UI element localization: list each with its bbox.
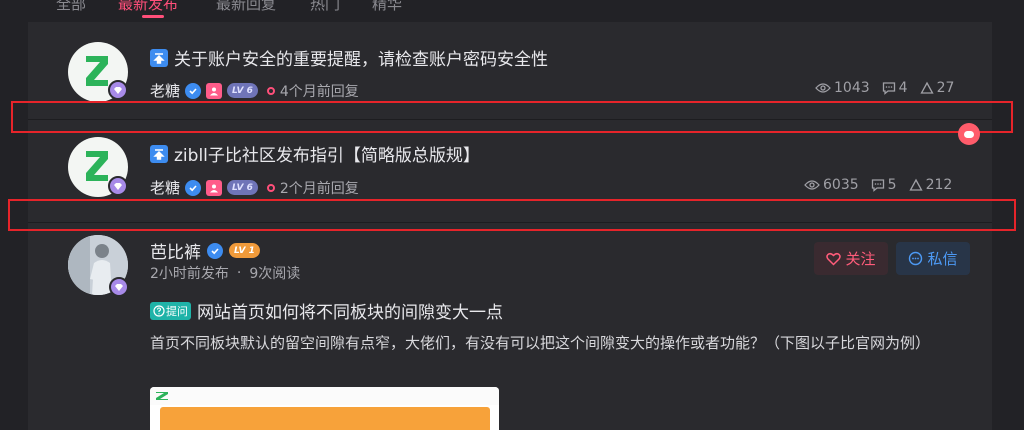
reply-dot-icon (266, 183, 275, 192)
view-count-value: 1043 (834, 80, 870, 96)
post-time: 2个月前回复 (279, 180, 359, 197)
verified-icon (185, 82, 202, 99)
question-tag: 提问 (150, 301, 191, 320)
tab-all[interactable]: 全部 (56, 0, 86, 14)
tab-latest[interactable]: 最新发布 (118, 0, 178, 14)
question-tag-label: 提问 (166, 304, 188, 318)
like-icon (919, 81, 934, 94)
author-row: 芭比裤 LV 1 (150, 238, 260, 263)
follow-label[interactable]: 关注 (845, 248, 875, 269)
post-meta: 老糖 LV 6 4个月前回复 (150, 80, 359, 101)
highlight-box (11, 101, 1013, 133)
comment-count: 5 (871, 177, 897, 193)
post-stats: 6035 5 212 (804, 177, 952, 193)
vip-diamond-icon (108, 80, 128, 100)
comment-count: 4 (882, 80, 908, 96)
post-title[interactable]: 关于账户安全的重要提醒，请检查账户密码安全性 (150, 45, 548, 70)
post-title-text[interactable]: 关于账户安全的重要提醒，请检查账户密码安全性 (174, 45, 548, 70)
like-count-value: 27 (936, 80, 955, 96)
admin-icon (206, 82, 223, 99)
admin-icon (206, 179, 223, 196)
message-button[interactable]: 私信 (896, 242, 970, 275)
view-count: 6035 (804, 177, 859, 193)
tab-hot[interactable]: 热门 (310, 0, 340, 14)
comment-icon (882, 82, 895, 95)
level-badge: LV 6 (227, 180, 258, 195)
like-count-value: 212 (925, 177, 953, 193)
category-tabs: 全部 最新发布 最新回复 热门 精华 (0, 0, 1024, 20)
like-count: 27 (919, 80, 955, 96)
post-stats: 1043 4 27 (815, 80, 954, 96)
author-name[interactable]: 芭比裤 (150, 238, 201, 263)
author-name[interactable]: 老糖 (150, 80, 180, 101)
comment-count-value: 5 (887, 177, 897, 193)
like-count: 212 (908, 177, 953, 193)
tab-latest-reply[interactable]: 最新回复 (216, 0, 276, 14)
heart-icon (826, 252, 842, 266)
sticky-icon (150, 48, 168, 67)
vip-diamond-icon (109, 277, 129, 297)
post-thumbnail[interactable] (150, 387, 499, 430)
post-meta: 老糖 LV 6 2个月前回复 (150, 177, 359, 198)
vip-diamond-icon (108, 176, 128, 196)
question-title[interactable]: 提问 网站首页如何将不同板块的间隙变大一点 (150, 298, 503, 323)
eye-icon (804, 180, 820, 190)
sticky-icon (150, 144, 168, 163)
comment-icon (871, 179, 884, 192)
question-title-text[interactable]: 网站首页如何将不同板块的间隙变大一点 (197, 298, 503, 323)
publish-time: 2小时前发布 (150, 266, 229, 282)
thumbnail-banner (160, 407, 490, 430)
zibll-logo-icon (86, 151, 108, 181)
active-tab-indicator (142, 15, 164, 18)
comment-count-value: 4 (898, 80, 908, 96)
read-count: 9次阅读 (249, 266, 301, 282)
verified-icon (185, 179, 202, 196)
chat-icon (909, 251, 923, 266)
highlight-box (8, 199, 1016, 231)
thumbnail-logo-icon (156, 392, 168, 400)
question-icon (153, 304, 165, 317)
post-title[interactable]: zibll子比社区发布指引【简略版总版规】 (150, 141, 480, 166)
reply-dot-icon (266, 86, 275, 95)
tab-featured[interactable]: 精华 (372, 0, 402, 14)
eye-icon (815, 83, 831, 93)
post-excerpt: 首页不同板块默认的留空间隙有点窄，大佬们，有没有可以把这个间隙变大的操作或者功能… (150, 334, 931, 352)
view-count-value: 6035 (823, 177, 859, 193)
scroll-top-icon[interactable] (958, 123, 980, 145)
author-name[interactable]: 老糖 (150, 177, 180, 198)
level-badge: LV 1 (229, 243, 260, 258)
meta-separator: · (236, 265, 242, 281)
verified-icon (207, 242, 223, 259)
level-badge: LV 6 (227, 83, 258, 98)
post-title-text[interactable]: zibll子比社区发布指引【简略版总版规】 (174, 141, 480, 166)
thumbnail-header (150, 387, 499, 405)
like-icon (908, 178, 923, 191)
view-count: 1043 (815, 80, 870, 96)
post-time: 4个月前回复 (279, 83, 359, 100)
follow-button[interactable]: 关注 (814, 242, 888, 275)
message-label[interactable]: 私信 (927, 248, 957, 269)
zibll-logo-icon (86, 56, 108, 86)
post-info: 2小时前发布 · 9次阅读 (150, 263, 300, 283)
